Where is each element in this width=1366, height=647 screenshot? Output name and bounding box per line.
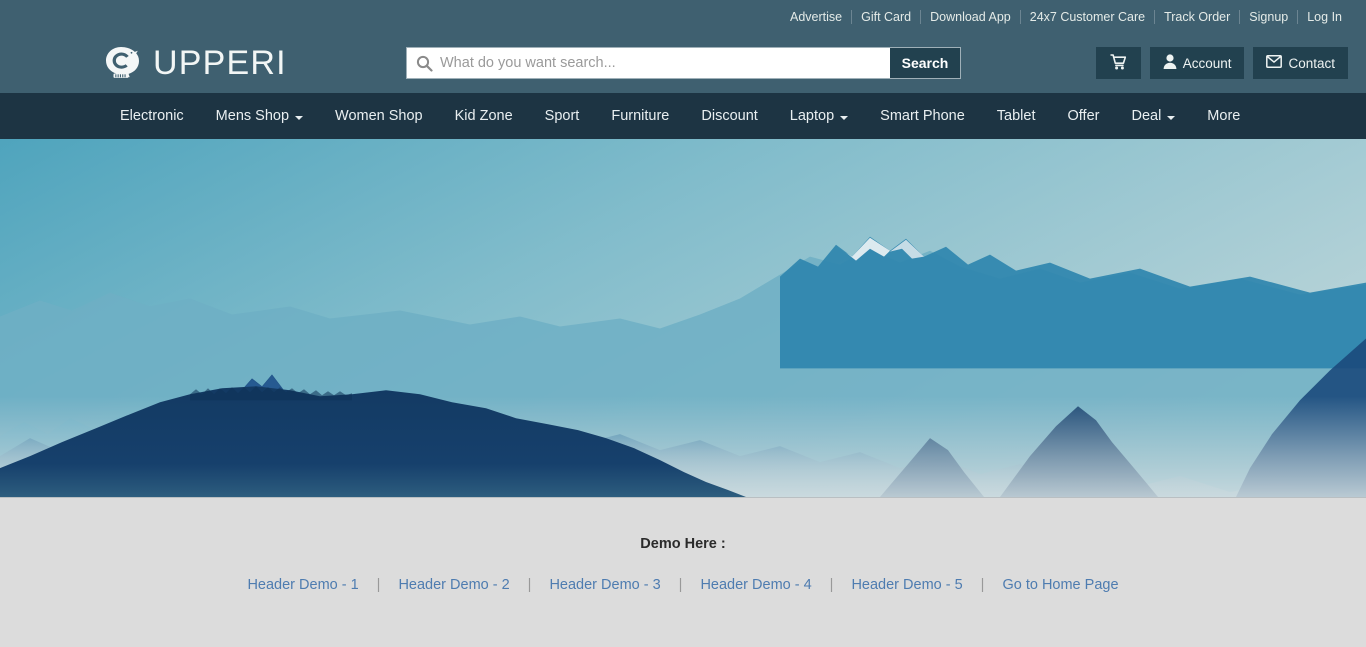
demo-section-title: Demo Here : <box>640 536 726 552</box>
hero-banner-image <box>0 139 1366 498</box>
header-actions: Account Contact <box>1095 47 1348 79</box>
nav-item-label: Women Shop <box>335 108 423 124</box>
demo-link-separator: | <box>829 577 834 593</box>
nav-item-furniture[interactable]: Furniture <box>595 93 685 139</box>
demo-link-header-demo-3[interactable]: Header Demo - 3 <box>545 577 664 593</box>
nav-item-label: Electronic <box>120 108 184 124</box>
nav-item-label: Discount <box>701 108 758 124</box>
site-header: UPPERI Search <box>0 33 1366 93</box>
contact-button[interactable]: Contact <box>1253 47 1348 79</box>
account-button[interactable]: Account <box>1149 47 1245 79</box>
nav-item-kid-zone[interactable]: Kid Zone <box>439 93 529 139</box>
demo-link-separator: | <box>678 577 683 593</box>
search-bar: Search <box>406 47 961 79</box>
demo-links-row: Header Demo - 1 | Header Demo - 2 | Header D… <box>0 577 1366 593</box>
nav-item-label: Kid Zone <box>454 108 513 124</box>
user-icon <box>1163 54 1177 72</box>
topbar-link-advertise[interactable]: Advertise <box>781 9 853 24</box>
nav-item-electronic[interactable]: Electronic <box>104 93 200 139</box>
chevron-down-icon <box>840 115 849 120</box>
top-utility-bar: Advertise Gift Card Download App 24x7 Custo… <box>0 0 1366 33</box>
chevron-down-icon <box>1167 115 1176 120</box>
topbar-link-download-app[interactable]: Download App <box>921 9 1021 24</box>
nav-item-women-shop[interactable]: Women Shop <box>319 93 439 139</box>
nav-item-offer[interactable]: Offer <box>1052 93 1116 139</box>
topbar-link-24x7-customer-care[interactable]: 24x7 Customer Care <box>1021 9 1156 24</box>
demo-link-separator: | <box>527 577 532 593</box>
demo-section: Demo Here : Header Demo - 1 | Header Demo … <box>0 498 1366 647</box>
brand-name: UPPERI <box>153 44 287 82</box>
nav-item-mens-shop[interactable]: Mens Shop <box>200 93 319 139</box>
demo-link-header-demo-4[interactable]: Header Demo - 4 <box>696 577 815 593</box>
nav-item-deal[interactable]: Deal <box>1115 93 1191 139</box>
contact-button-label: Contact <box>1288 55 1335 71</box>
demo-link-separator: | <box>376 577 381 593</box>
search-field <box>407 48 890 78</box>
chevron-down-icon <box>295 115 304 120</box>
nav-item-more[interactable]: More <box>1191 93 1256 139</box>
nav-item-label: Tablet <box>996 108 1036 124</box>
search-input[interactable] <box>440 48 890 78</box>
nav-item-sport[interactable]: Sport <box>529 93 596 139</box>
search-button[interactable]: Search <box>890 48 960 78</box>
nav-item-label: Sport <box>544 108 580 124</box>
topbar-link-gift-card[interactable]: Gift Card <box>852 9 922 24</box>
demo-link-separator: | <box>980 577 985 593</box>
demo-link-go-to-home-page[interactable]: Go to Home Page <box>998 577 1122 593</box>
nav-item-smart-phone[interactable]: Smart Phone <box>864 93 981 139</box>
brand-logo-link[interactable]: UPPERI <box>100 43 287 83</box>
demo-link-header-demo-5[interactable]: Header Demo - 5 <box>847 577 966 593</box>
nav-item-label: More <box>1207 108 1241 124</box>
snail-logo-icon <box>100 43 144 83</box>
cart-icon <box>1110 53 1127 73</box>
topbar-link-signup[interactable]: Signup <box>1240 9 1299 24</box>
nav-item-label: Mens Shop <box>215 108 290 124</box>
nav-item-discount[interactable]: Discount <box>685 93 773 139</box>
topbar-link-track-order[interactable]: Track Order <box>1155 9 1241 24</box>
nav-item-label: Offer <box>1067 108 1100 124</box>
demo-link-header-demo-2[interactable]: Header Demo - 2 <box>394 577 513 593</box>
nav-item-label: Laptop <box>789 108 835 124</box>
nav-item-label: Smart Phone <box>880 108 965 124</box>
envelope-icon <box>1266 55 1283 71</box>
demo-link-header-demo-1[interactable]: Header Demo - 1 <box>243 577 362 593</box>
main-navigation: Electronic Mens Shop Women Shop Kid Zone Spo… <box>0 93 1366 139</box>
top-utility-links: Advertise Gift Card Download App 24x7 Custo… <box>781 9 1348 24</box>
nav-item-laptop[interactable]: Laptop <box>774 93 864 139</box>
topbar-link-log-in[interactable]: Log In <box>1298 10 1348 24</box>
nav-item-label: Deal <box>1131 108 1162 124</box>
nav-item-tablet[interactable]: Tablet <box>981 93 1052 139</box>
cart-button[interactable] <box>1095 47 1141 79</box>
search-icon <box>416 55 433 72</box>
account-button-label: Account <box>1182 55 1232 71</box>
nav-item-label: Furniture <box>611 108 670 124</box>
